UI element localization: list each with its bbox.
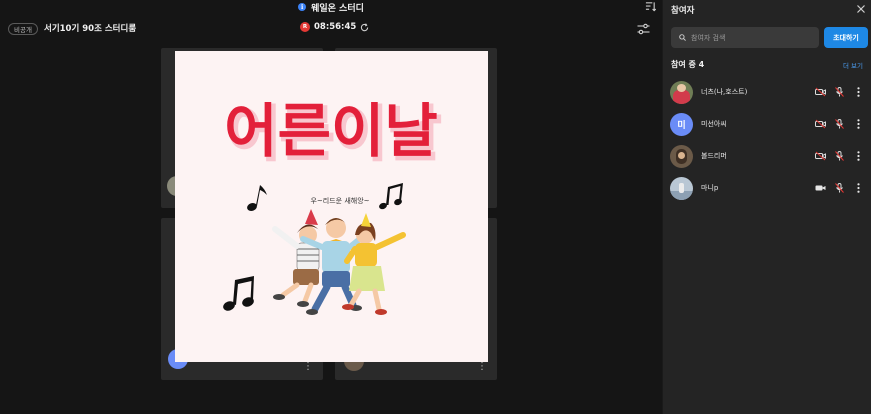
room-bar: 비공개 서기10기 90조 스터디룸 R 08:56:45 bbox=[0, 20, 662, 38]
illustration-caption: 우~리드운 새해앙~ bbox=[310, 196, 369, 205]
shared-illustration: 어른이날 어른이날 우~리드운 새해앙~ bbox=[175, 51, 488, 362]
participant-name: 볼드리머 bbox=[701, 152, 727, 160]
avatar-initial: 미 bbox=[670, 112, 693, 136]
participants-count: 참여 중 4 bbox=[671, 60, 705, 69]
participant-name: 마니p bbox=[701, 184, 719, 192]
more-icon[interactable] bbox=[853, 87, 864, 97]
avatar: 미 bbox=[670, 112, 693, 136]
participant-search[interactable] bbox=[671, 27, 819, 48]
settings-icon[interactable] bbox=[637, 23, 650, 35]
participant-name: 미선아씨 bbox=[701, 120, 727, 128]
video-off-icon[interactable] bbox=[815, 119, 826, 129]
invite-button[interactable]: 초대하기 bbox=[824, 27, 868, 48]
search-icon bbox=[679, 34, 686, 41]
avatar bbox=[670, 176, 693, 200]
more-icon[interactable]: ⋮ bbox=[477, 362, 487, 372]
more-icon[interactable] bbox=[853, 119, 864, 129]
mic-off-icon[interactable] bbox=[834, 151, 845, 161]
private-badge: 비공개 bbox=[8, 23, 38, 35]
video-off-icon[interactable] bbox=[815, 151, 826, 161]
app-title: 웨일온 스터디 bbox=[311, 3, 364, 14]
more-link[interactable]: 더 보기 bbox=[843, 60, 863, 70]
more-icon[interactable] bbox=[853, 151, 864, 161]
more-icon[interactable]: ⋮ bbox=[303, 362, 313, 372]
app-title-group: i 웨일온 스터디 bbox=[0, 0, 662, 14]
video-stage: i 웨일온 스터디 비공개 서기10기 90조 스터디룸 R 08:56:45 … bbox=[0, 0, 662, 414]
recording-timer: R 08:56:45 bbox=[300, 22, 369, 32]
top-bar: i 웨일온 스터디 bbox=[0, 0, 662, 14]
search-input[interactable] bbox=[691, 33, 811, 42]
info-icon[interactable]: i bbox=[298, 3, 307, 11]
close-icon[interactable] bbox=[857, 5, 865, 13]
mic-off-icon[interactable] bbox=[834, 119, 845, 129]
panel-title: 참여자 bbox=[671, 6, 695, 16]
refresh-icon[interactable] bbox=[360, 22, 369, 32]
participant-row[interactable]: 너츠(나,호스트) bbox=[670, 79, 868, 105]
avatar bbox=[670, 144, 693, 168]
mic-off-icon[interactable] bbox=[834, 87, 845, 97]
headline-text: 어른이날 bbox=[224, 97, 437, 165]
room-title: 서기10기 90조 스터디룸 bbox=[44, 24, 137, 34]
participant-row[interactable]: 볼드리머 bbox=[670, 143, 868, 169]
avatar bbox=[670, 80, 693, 104]
participant-name: 너츠(나,호스트) bbox=[701, 88, 748, 96]
timer-text: 08:56:45 bbox=[314, 22, 357, 32]
participant-row[interactable]: 마니p bbox=[670, 175, 868, 201]
video-icon[interactable] bbox=[815, 183, 826, 193]
sort-icon[interactable] bbox=[645, 1, 656, 12]
shared-image: 어른이날 어른이날 우~리드운 새해앙~ bbox=[175, 51, 488, 362]
more-icon[interactable] bbox=[853, 183, 864, 193]
participants-panel: 참여자 초대하기 참여 중 4 더 보기 너츠(나,호스트) 미 미선아씨 bbox=[662, 0, 871, 414]
video-off-icon[interactable] bbox=[815, 87, 826, 97]
record-icon: R bbox=[300, 22, 310, 32]
mic-off-icon[interactable] bbox=[834, 183, 845, 193]
participant-row[interactable]: 미 미선아씨 bbox=[670, 111, 868, 137]
